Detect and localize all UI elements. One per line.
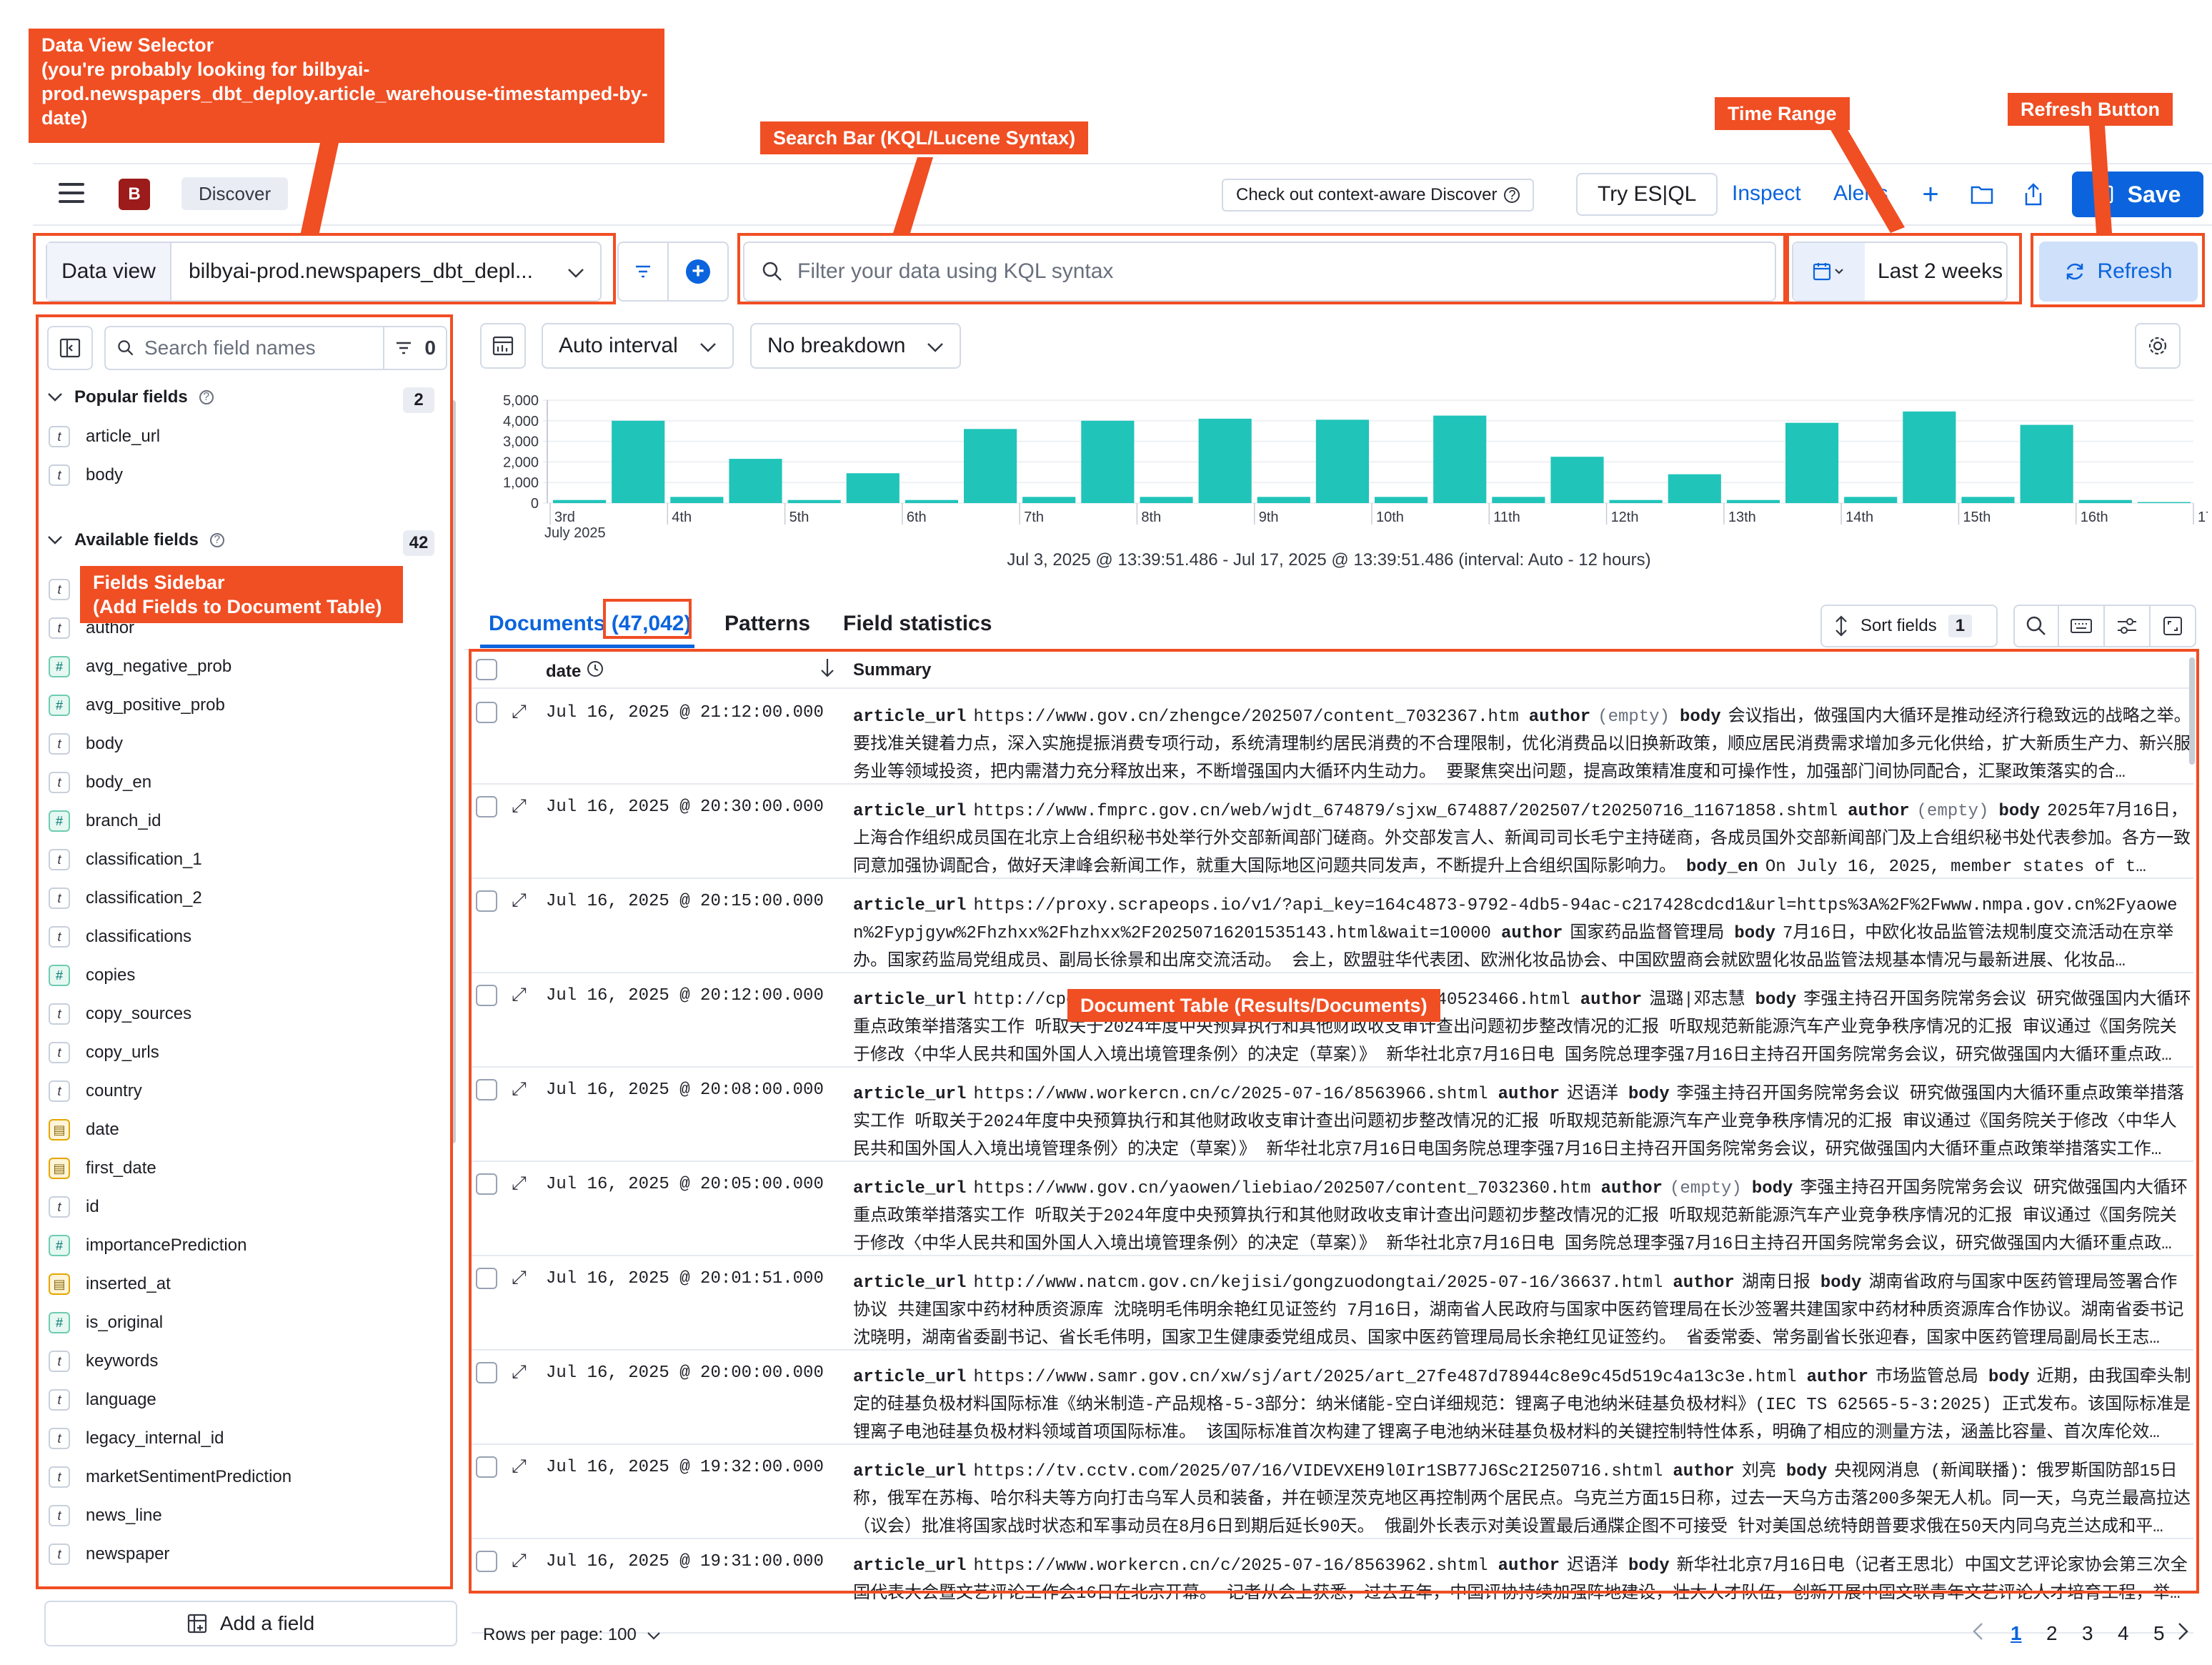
annotation-fields-sidebar: Fields Sidebar (Add Fields to Document T… [80,566,403,623]
annotation-data-view: Data View Selector (you're probably look… [29,29,664,143]
annotation-document-table: Document Table (Results/Documents) [1067,989,1440,1022]
annotation-refresh-button: Refresh Button [2008,93,2173,126]
annotation-arrows [300,126,2112,236]
annotation-time-range: Time Range [1715,97,1850,130]
annotation-search-bar: Search Bar (KQL/Lucene Syntax) [760,121,1089,154]
